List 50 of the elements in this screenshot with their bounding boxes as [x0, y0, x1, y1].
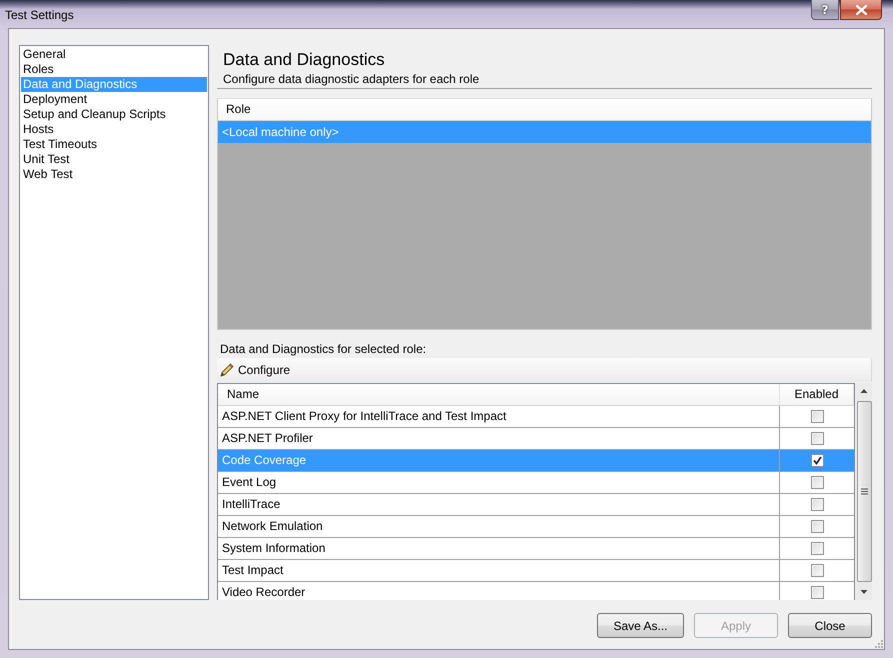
grip-icon [860, 488, 868, 495]
adapter-row[interactable]: Event Log [218, 472, 854, 494]
scrollbar[interactable] [856, 383, 872, 600]
checkbox[interactable] [810, 454, 824, 467]
table-cell: Event Log [218, 472, 780, 493]
column-header: Role [218, 99, 871, 121]
checkbox[interactable] [810, 520, 824, 533]
close-button[interactable] [840, 0, 882, 20]
checkbox[interactable] [810, 498, 824, 511]
category-item[interactable]: Setup and Cleanup Scripts [21, 107, 207, 122]
category-item[interactable]: Web Test [21, 167, 207, 182]
page-title: Data and Diagnostics [223, 49, 385, 71]
checkbox[interactable] [810, 586, 824, 599]
category-item[interactable]: Deployment [21, 92, 207, 107]
category-item[interactable]: Unit Test [21, 152, 207, 167]
table-cell: Network Emulation [218, 516, 780, 537]
column-header[interactable]: Enabled [780, 384, 854, 406]
adapter-row[interactable]: Test Impact [218, 560, 854, 582]
scrollbar-thumb[interactable] [856, 401, 872, 582]
checkbox[interactable] [810, 542, 824, 555]
checkbox[interactable] [810, 410, 824, 423]
table-cell: System Information [218, 538, 780, 559]
adapter-row[interactable]: IntelliTrace [218, 494, 854, 516]
category-item[interactable]: Hosts [21, 122, 207, 137]
adapter-row[interactable]: Network Emulation [218, 516, 854, 538]
configure-button[interactable]: Configure [219, 359, 294, 381]
adapter-row[interactable]: ASP.NET Client Proxy for IntelliTrace and Test Impact [218, 406, 854, 428]
table-cell: ASP.NET Client Proxy for IntelliTrace and Test Impact [218, 406, 780, 427]
table-cell: Code Coverage [218, 450, 780, 471]
category-item[interactable]: Test Timeouts [21, 137, 207, 152]
page-subtitle: Configure data diagnostic adapters for each role [223, 72, 480, 87]
adapter-row[interactable]: ASP.NET Profiler [218, 428, 854, 450]
window-title: Test Settings [5, 8, 74, 22]
table-cell: ASP.NET Profiler [218, 428, 780, 449]
dialog-button[interactable]: Save As... [597, 613, 684, 638]
dialog-button[interactable]: Close [788, 613, 872, 638]
table-cell: IntelliTrace [218, 494, 780, 515]
close-icon [856, 4, 866, 14]
pencil-icon [220, 363, 234, 377]
adapter-row[interactable]: System Information [218, 538, 854, 560]
category-item[interactable]: General [21, 47, 207, 62]
checkbox[interactable] [810, 564, 824, 577]
section-label: Data and Diagnostics for selected role: [219, 341, 426, 357]
checkmark-icon [812, 456, 822, 465]
table-cell: Test Impact [218, 560, 780, 581]
checkbox[interactable] [810, 476, 824, 489]
resize-grip-icon[interactable] [874, 639, 883, 648]
column-header[interactable]: Name [218, 384, 780, 406]
checkbox[interactable] [810, 432, 824, 445]
category-item[interactable]: Roles [21, 62, 207, 77]
